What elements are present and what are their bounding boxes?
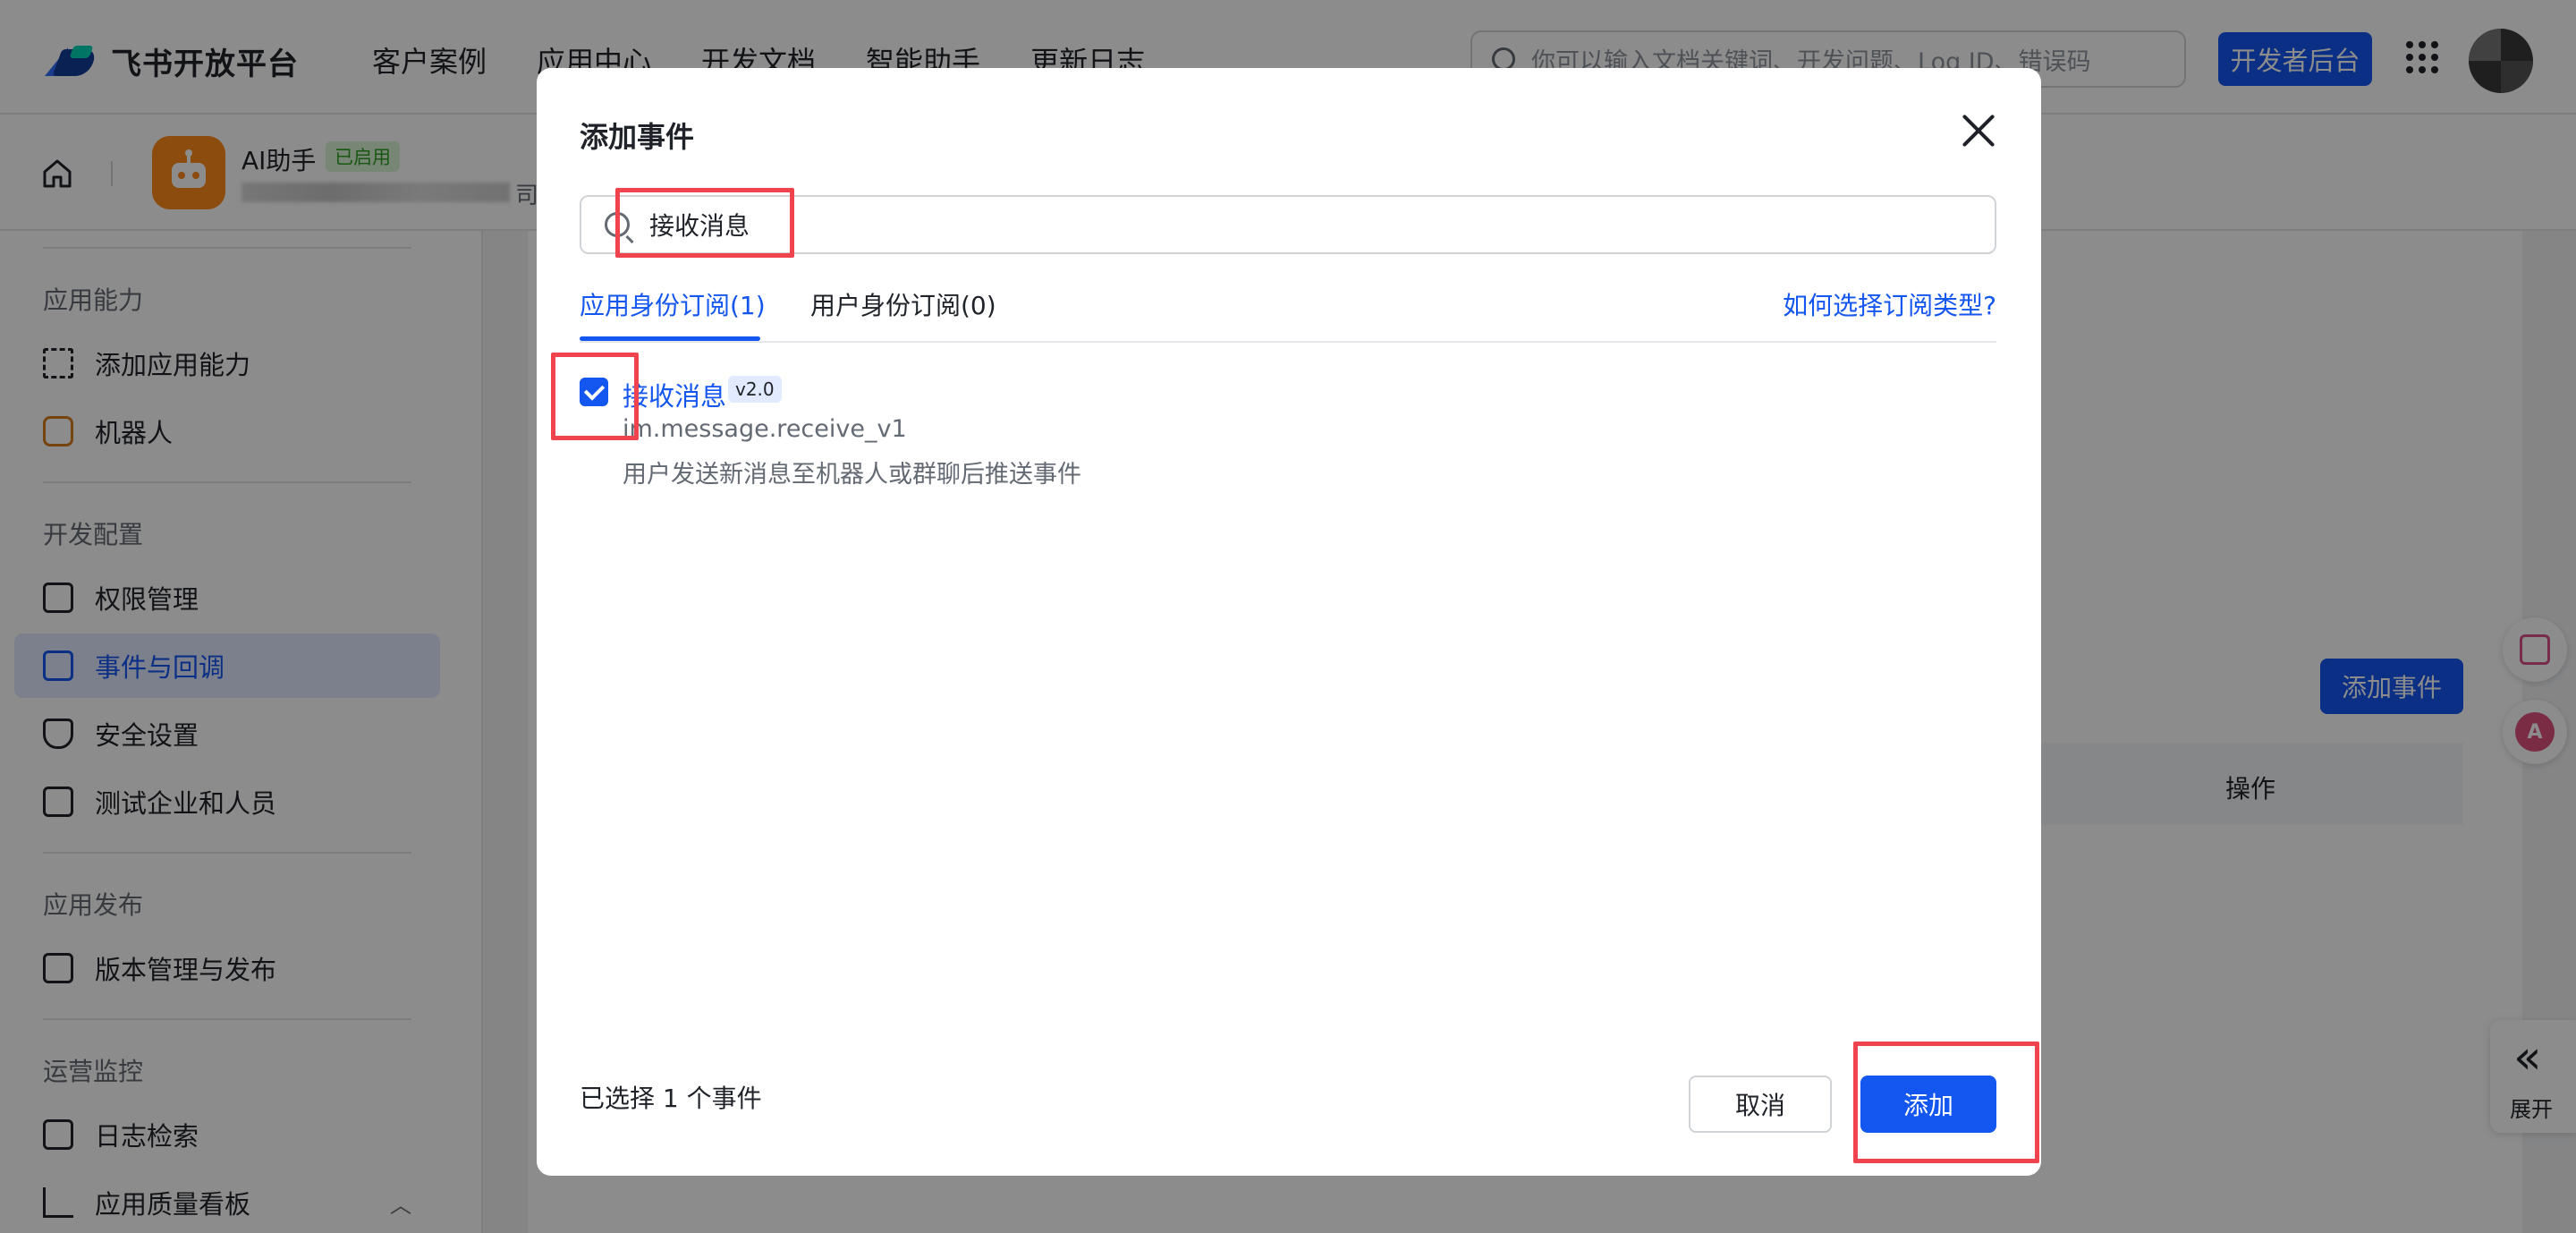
- selected-count: 已选择 1 个事件: [580, 1084, 762, 1113]
- event-description: 用户发送新消息至机器人或群聊后推送事件: [623, 461, 1081, 489]
- highlight-search-box: [615, 188, 794, 258]
- subscription-type-help-link[interactable]: 如何选择订阅类型?: [1783, 286, 1996, 322]
- tab-user-identity[interactable]: 用户身份订阅(0): [810, 286, 996, 322]
- event-key: im.message.receive_v1: [623, 415, 907, 443]
- tab-divider: [580, 341, 1996, 343]
- cancel-button[interactable]: 取消: [1689, 1076, 1832, 1133]
- tab-app-identity[interactable]: 应用身份订阅(1): [580, 286, 766, 322]
- close-icon[interactable]: [1959, 111, 1998, 150]
- highlight-add-button: [1853, 1042, 2039, 1163]
- event-version-badge: v2.0: [728, 376, 782, 403]
- dialog-title: 添加事件: [580, 120, 695, 154]
- active-tab-indicator: [580, 336, 760, 341]
- highlight-checkbox: [551, 353, 639, 440]
